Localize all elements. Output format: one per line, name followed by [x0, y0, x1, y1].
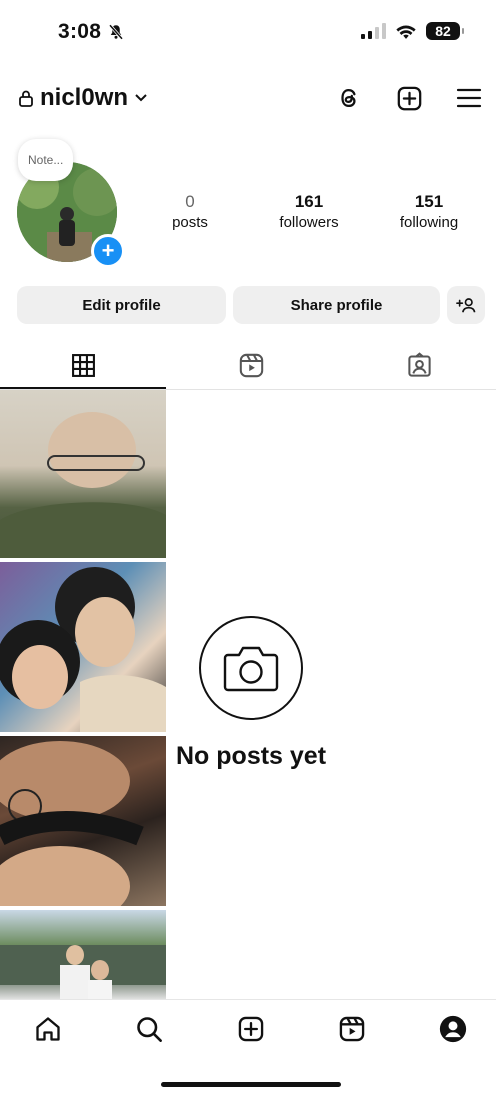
lock-icon — [19, 90, 33, 107]
active-tab-indicator — [0, 387, 166, 389]
nav-reels[interactable] — [336, 1013, 368, 1045]
cellular-signal-icon — [361, 23, 386, 39]
status-indicators: 82 — [361, 22, 464, 40]
home-icon — [36, 1017, 60, 1041]
reels-icon — [239, 353, 263, 377]
chevron-down-icon — [135, 94, 147, 102]
grid-photo-4[interactable] — [0, 910, 166, 1000]
header-actions — [334, 83, 484, 113]
create-post-button[interactable] — [394, 83, 424, 113]
tagged-icon — [407, 351, 431, 377]
nav-profile[interactable] — [437, 1013, 469, 1045]
plus-icon: + — [101, 238, 115, 263]
nav-create[interactable] — [235, 1013, 267, 1045]
status-time: 3:08 — [58, 20, 125, 44]
following-stat[interactable]: 151 following — [384, 192, 474, 231]
followers-stat[interactable]: 161 followers — [264, 192, 354, 231]
nav-divider — [0, 999, 496, 1000]
grid-icon — [71, 353, 95, 377]
menu-button[interactable] — [454, 83, 484, 113]
photo-ceremony — [0, 945, 166, 1000]
posts-stat[interactable]: 0 posts — [145, 192, 235, 231]
account-switcher[interactable]: nicl0wn — [18, 84, 148, 112]
wifi-icon — [396, 25, 416, 39]
camera-placeholder — [199, 616, 303, 720]
reels-icon — [339, 1016, 365, 1042]
silent-bell-icon — [109, 24, 124, 40]
photo-couple-selfie — [0, 567, 166, 732]
username: nicl0wn — [40, 84, 129, 111]
tab-reels[interactable] — [236, 350, 266, 380]
profile-icon — [439, 1015, 467, 1043]
photo-portrait-man — [0, 412, 166, 558]
add-story-button[interactable]: + — [91, 234, 125, 268]
tab-posts-grid[interactable] — [68, 350, 98, 380]
create-icon — [238, 1016, 264, 1042]
tab-tagged[interactable] — [404, 350, 434, 380]
add-person-icon — [456, 298, 476, 313]
edit-profile-button[interactable]: Edit profile — [17, 286, 226, 324]
create-icon — [397, 86, 421, 110]
discover-people-button[interactable] — [447, 286, 485, 324]
home-indicator — [161, 1082, 341, 1087]
camera-icon — [223, 646, 279, 692]
threads-icon — [341, 88, 356, 108]
battery-indicator: 82 — [426, 22, 464, 40]
photo-faces-closeup — [0, 741, 144, 906]
grid-photo-2[interactable] — [0, 562, 166, 732]
empty-state-text: No posts yet — [176, 742, 327, 770]
grid-photo-3[interactable] — [0, 736, 166, 906]
threads-button[interactable] — [334, 83, 364, 113]
nav-home[interactable] — [32, 1013, 64, 1045]
search-icon — [137, 1017, 162, 1042]
nav-search[interactable] — [133, 1013, 165, 1045]
share-profile-button[interactable]: Share profile — [233, 286, 440, 324]
menu-icon — [456, 88, 482, 108]
grid-photo-1[interactable] — [0, 390, 166, 558]
note-bubble[interactable]: Note... — [18, 139, 74, 181]
